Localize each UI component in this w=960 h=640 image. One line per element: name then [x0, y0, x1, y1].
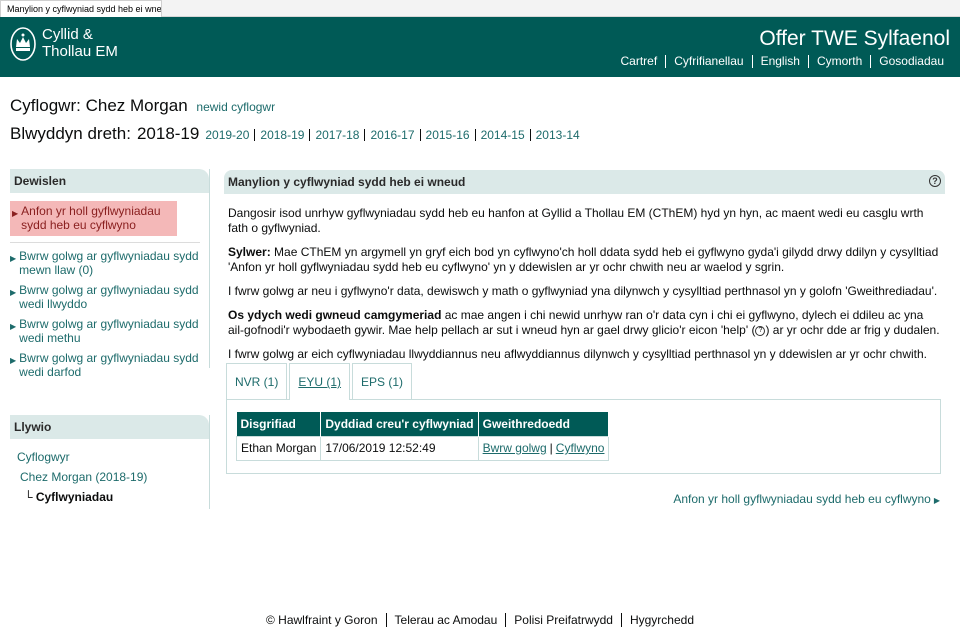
tax-year-link[interactable]: 2015-16 [419, 129, 475, 141]
note-label: Sylwer: [228, 245, 271, 259]
intro-paragraph: Dangosir isod unrhyw gyflwyniadau sydd h… [228, 206, 924, 235]
tree-branch-icon: └ [24, 490, 36, 504]
current-tax-year: 2018-19 [136, 124, 200, 143]
submissions-table: Disgrifiad Dyddiad creu'r cyflwyniad Gwe… [235, 412, 610, 461]
page-title: Manylion y cyflwyniad sydd heb ei wneud [228, 175, 466, 189]
nav-home-link[interactable]: Cartref [613, 55, 666, 68]
submit-link[interactable]: Cyflwyno [556, 441, 605, 455]
menu-item-label: Anfon yr holl gyflwyniadau sydd heb eu c… [21, 204, 161, 232]
menu-item-in-hand[interactable]: ▶ Bwrw golwg ar gyflwyniadau sydd mewn l… [10, 249, 209, 277]
cell-description: Ethan Morgan [235, 435, 322, 461]
nav-calculators-link[interactable]: Cyfrifianellau [665, 55, 751, 68]
send-all-link[interactable]: Anfon yr holl gyflwyniadau sydd heb eu c… [673, 492, 940, 506]
cell-actions: Bwrw golwg | Cyflwyno [477, 435, 610, 461]
mistake-text-end: ) ar yr ochr dde ar frig y dudalen. [765, 323, 940, 337]
employer-line: Cyflogwr: Chez Morgan newid cyflogwr [10, 96, 275, 116]
site-header: Cyllid & Thollau EM Offer TWE Sylfaenol … [0, 17, 960, 77]
crown-crest-icon [10, 26, 36, 62]
cell-created: 17/06/2019 12:52:49 [320, 435, 479, 461]
menu-item-label[interactable]: Bwrw golwg ar gyflwyniadau sydd wedi llw… [19, 283, 209, 311]
logo-line1: Cyllid & [42, 26, 93, 43]
site-footer: © Hawlfraint y Goron Telerau ac Amodau Pol… [0, 613, 960, 627]
employer-name: Chez Morgan [85, 96, 188, 115]
submission-type-tabs: NVR (1) EYU (1) EPS (1) [226, 363, 414, 400]
send-all-label: Anfon yr holl gyflwyniadau sydd heb eu c… [673, 492, 931, 506]
menu-item-failed[interactable]: ▶ Bwrw golwg ar gyflwyniadau sydd wedi m… [10, 317, 209, 345]
menu-title: Dewislen [10, 169, 209, 193]
nav-settings-link[interactable]: Gosodiadau [870, 55, 952, 68]
menu-item-successful[interactable]: ▶ Bwrw golwg ar gyflwyniadau sydd wedi l… [10, 283, 209, 311]
tax-year-line: Blwyddyn dreth: 2018-19 2019-20 2018-19 … [10, 124, 585, 144]
arrow-right-icon: ▶ [12, 209, 19, 218]
navigation-tree: Cyflogwyr Chez Morgan (2018-19) └ Cyflwy… [10, 447, 209, 507]
tax-year-label: Blwyddyn dreth: [10, 124, 131, 143]
service-name: Offer TWE Sylfaenol [759, 27, 950, 50]
column-header-description: Disgrifiad [236, 412, 322, 436]
arrow-right-icon: ▶ [10, 356, 17, 365]
note-text: Mae CThEM yn argymell yn gryf eich bod y… [228, 245, 939, 274]
main-content: Dangosir isod unrhyw gyflwyniadau sydd h… [224, 194, 945, 362]
nav-current-submissions: └ Cyflwyniadau [17, 487, 209, 507]
tax-year-link[interactable]: 2014-15 [474, 129, 530, 141]
browser-tab[interactable]: Manylion y cyflwyniad sydd heb ei wneud [0, 0, 162, 17]
nav-english-link[interactable]: English [751, 55, 808, 68]
nav-current-label: Cyflwyniadau [35, 490, 114, 504]
nav-employers-link[interactable]: Cyflogwyr [17, 450, 70, 464]
note-paragraph: Sylwer: Mae CThEM yn argymell yn gryf ei… [228, 245, 941, 275]
menu-panel: Dewislen ▶ Anfon yr holl gyflwyniadau sy… [10, 169, 210, 379]
arrow-right-icon: ▶ [10, 288, 17, 297]
view-submission-link[interactable]: Bwrw golwg [483, 441, 547, 455]
menu-item-label[interactable]: Bwrw golwg ar gyflwyniadau sydd wedi dar… [19, 351, 209, 379]
menu-item-send-all[interactable]: ▶ Anfon yr holl gyflwyniadau sydd heb eu… [10, 201, 177, 236]
change-employer-link[interactable]: newid cyflogwr [196, 100, 275, 114]
column-header-actions: Gweithredoedd [478, 412, 610, 436]
mistake-label: Os ydych wedi gwneud camgymeriad [228, 308, 442, 322]
logo-line2: Thollau EM [42, 43, 118, 60]
arrow-right-icon: ▶ [10, 322, 17, 331]
arrow-right-icon: ▶ [10, 254, 17, 263]
footer-privacy-link[interactable]: Polisi Preifatrwydd [505, 613, 621, 627]
table-header-row: Disgrifiad Dyddiad creu'r cyflwyniad Gwe… [236, 412, 610, 436]
footer-accessibility-link[interactable]: Hygyrchedd [620, 613, 702, 627]
employer-label: Cyflogwr: [10, 96, 81, 115]
hmrc-logo[interactable]: Cyllid & Thollau EM [10, 26, 118, 62]
tax-year-link[interactable]: 2018-19 [254, 129, 309, 141]
navigation-panel: Llywio Cyflogwyr Chez Morgan (2018-19) └… [10, 415, 210, 509]
tab-panel: Disgrifiad Dyddiad creu'r cyflwyniad Gwe… [226, 399, 941, 474]
footer-terms-link[interactable]: Telerau ac Amodau [385, 613, 506, 627]
inline-help-icon: ? [755, 325, 766, 336]
action-separator: | [549, 441, 553, 455]
header-nav: Cartref Cyfrifianellau English Cymorth G… [613, 55, 952, 68]
mistake-paragraph: Os ydych wedi gwneud camgymeriad ac mae … [228, 308, 941, 338]
tab-eps[interactable]: EPS (1) [352, 363, 413, 399]
tax-year-link[interactable]: 2017-18 [309, 129, 364, 141]
help-icon[interactable]: ? [929, 175, 941, 187]
tab-nvr[interactable]: NVR (1) [226, 363, 288, 399]
view-results-paragraph: I fwrw golwg ar eich cyflwyniadau llwydd… [228, 347, 927, 361]
column-header-created: Dyddiad creu'r cyflwyniad [320, 412, 479, 436]
tax-year-link[interactable]: 2019-20 [205, 129, 254, 141]
arrow-right-icon: ▶ [933, 496, 940, 505]
instructions-paragraph: I fwrw golwg ar neu i gyflwyno'r data, d… [228, 284, 938, 298]
nav-help-link[interactable]: Cymorth [807, 55, 870, 68]
tax-year-selector: 2019-20 2018-19 2017-18 2016-17 2015-16 … [205, 129, 584, 141]
menu-item-label[interactable]: Bwrw golwg ar gyflwyniadau sydd wedi met… [19, 317, 209, 345]
nav-employer-link[interactable]: Chez Morgan (2018-19) [20, 470, 147, 484]
navigation-title: Llywio [10, 415, 209, 439]
menu-divider [10, 242, 200, 243]
menu-item-label[interactable]: Bwrw golwg ar gyflwyniadau sydd mewn lla… [19, 249, 209, 277]
logo-text: Cyllid & Thollau EM [42, 26, 118, 60]
tab-eyu[interactable]: EYU (1) [289, 363, 351, 400]
main-title-bar: Manylion y cyflwyniad sydd heb ei wneud … [224, 170, 945, 194]
tax-year-link[interactable]: 2013-14 [529, 129, 585, 141]
footer-copyright: © Hawlfraint y Goron [265, 613, 378, 627]
tax-year-link[interactable]: 2016-17 [364, 129, 419, 141]
menu-item-expired[interactable]: ▶ Bwrw golwg ar gyflwyniadau sydd wedi d… [10, 351, 209, 379]
table-row: Ethan Morgan 17/06/2019 12:52:49 Bwrw go… [235, 435, 610, 461]
